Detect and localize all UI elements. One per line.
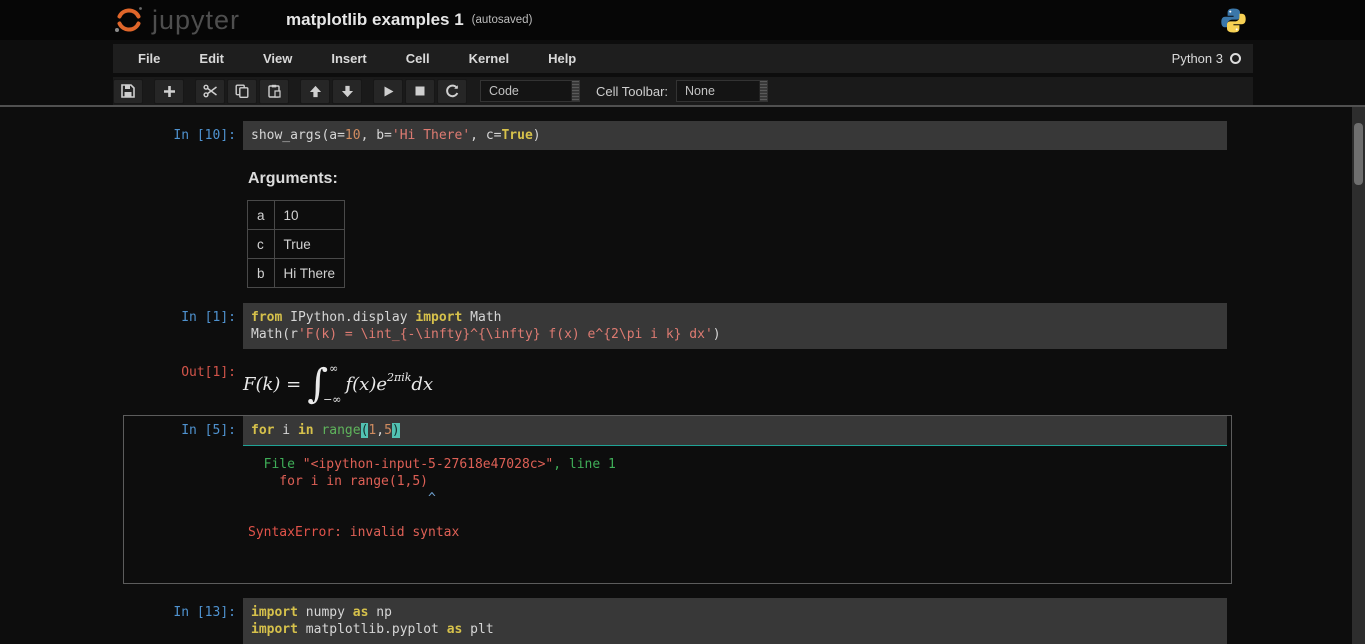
jupyter-logo-text: jupyter [152,5,240,36]
arg-value-cell: True [274,230,345,259]
toolbar-group [373,79,469,104]
floppy-icon [121,84,135,98]
code-input[interactable]: import numpy as npimport matplotlib.pypl… [243,598,1227,644]
cell-out-10: Arguments: a10cTruebHi There [123,169,1232,289]
cell-in-10: In [10]: show_args(a=10, b='Hi There', c=… [123,120,1232,151]
menu-cell[interactable]: Cell [392,44,444,73]
error-output: File "<ipython-input-5-27618e47028c>", l… [243,446,616,541]
cell-in-13: In [13]:import numpy as npimport matplot… [123,597,1232,644]
arrow-up-icon [309,85,322,98]
table-row: cTrue [248,230,345,259]
python-logo-icon [1220,7,1247,39]
cell-toolbar-value: None [677,84,759,98]
code-line: import matplotlib.pyplot as plt [251,621,1219,638]
output-heading: Arguments: [248,170,345,188]
kernel-name: Python 3 [1172,51,1223,66]
move-cell-down-button[interactable] [332,79,362,104]
code-line: import numpy as np [251,604,1219,621]
toolbar: Code Cell Toolbar: None [113,77,1253,105]
code-line: for i in range(1,5) [251,422,1219,439]
jupyter-logo-icon [112,3,146,37]
table-row: a10 [248,201,345,230]
plus-icon [163,85,176,98]
toolbar-group [195,79,291,104]
select-gadget-icon [571,81,579,101]
restart-kernel-button[interactable] [437,79,467,104]
output-prompt-empty [124,170,243,288]
cell-out-1: Out[1]:F(k) = ∫∞−∞f(x)e2πikdx [123,357,1232,407]
copy-icon [235,84,249,98]
toolbar-buttons [113,79,478,104]
paste-cells-button[interactable] [259,79,289,104]
html-output: Arguments: a10cTruebHi There [243,170,345,288]
menu-insert[interactable]: Insert [317,44,380,73]
menu-view[interactable]: View [249,44,306,73]
output-prompt-empty [124,446,243,541]
cell-in-5: In [5]: for i in range(1,5) File "<ipytho… [123,415,1232,584]
select-gadget-icon [759,81,767,101]
arg-name-cell: c [248,230,275,259]
code-input[interactable]: show_args(a=10, b='Hi There', c=True) [243,121,1227,150]
toolbar-group [113,79,145,104]
header-bar: jupyter matplotlib examples 1 (autosaved… [0,0,1365,40]
toolbar-group [300,79,364,104]
cell-type-select[interactable]: Code [480,80,580,102]
kernel-indicator: Python 3 [1172,51,1253,66]
copy-cells-button[interactable] [227,79,257,104]
arguments-table: a10cTruebHi There [247,200,345,288]
scrollbar[interactable] [1352,107,1365,644]
refresh-icon [445,84,459,98]
jupyter-notebook-app: jupyter matplotlib examples 1 (autosaved… [0,0,1365,644]
arg-name-cell: a [248,201,275,230]
cell-in-1: In [1]:from IPython.display import MathM… [123,302,1232,350]
arg-value-cell: 10 [274,201,345,230]
notebook-title[interactable]: matplotlib examples 1 [286,10,464,30]
menu-file[interactable]: File [124,44,174,73]
latex-formula: F(k) = ∫∞−∞f(x)e2πikdx [243,358,433,406]
code-input[interactable]: from IPython.display import MathMath(r'F… [243,303,1227,349]
input-prompt: In [10]: [124,121,243,150]
code-input[interactable]: for i in range(1,5) [243,416,1227,446]
save-button[interactable] [113,79,143,104]
code-line: show_args(a=10, b='Hi There', c=True) [251,127,1219,144]
play-icon [382,85,395,98]
arg-name-cell: b [248,259,275,288]
cell-toolbar-select[interactable]: None [676,80,768,102]
scrollbar-thumb[interactable] [1354,123,1363,185]
arrow-down-icon [341,85,354,98]
menu-bar: File Edit View Insert Cell Kernel Help Python … [113,44,1253,73]
run-cell-button[interactable] [373,79,403,104]
interrupt-kernel-button[interactable] [405,79,435,104]
kernel-idle-icon [1230,53,1241,64]
input-prompt: In [1]: [124,303,243,349]
menu-kernel[interactable]: Kernel [455,44,523,73]
output-prompt: Out[1]: [124,358,243,406]
insert-cell-below-button[interactable] [154,79,184,104]
table-row: bHi There [248,259,345,288]
input-prompt: In [13]: [124,598,243,644]
code-line: from IPython.display import Math [251,309,1219,326]
cell-toolbar-label: Cell Toolbar: [596,84,668,99]
menu-edit[interactable]: Edit [185,44,238,73]
menu-help[interactable]: Help [534,44,590,73]
autosave-status: (autosaved) [472,14,533,26]
cut-cells-button[interactable] [195,79,225,104]
input-prompt: In [5]: [124,416,243,446]
code-line: Math(r'F(k) = \int_{-\infty}^{\infty} f(… [251,326,1219,343]
toolbar-group [154,79,186,104]
scissors-icon [203,84,218,98]
jupyter-logo[interactable]: jupyter [112,3,240,37]
stop-icon [414,85,426,97]
cell-type-value: Code [481,84,571,98]
move-cell-up-button[interactable] [300,79,330,104]
paste-icon [267,84,281,98]
arg-value-cell: Hi There [274,259,345,288]
notebook-area: In [10]: show_args(a=10, b='Hi There', c=… [0,107,1352,644]
